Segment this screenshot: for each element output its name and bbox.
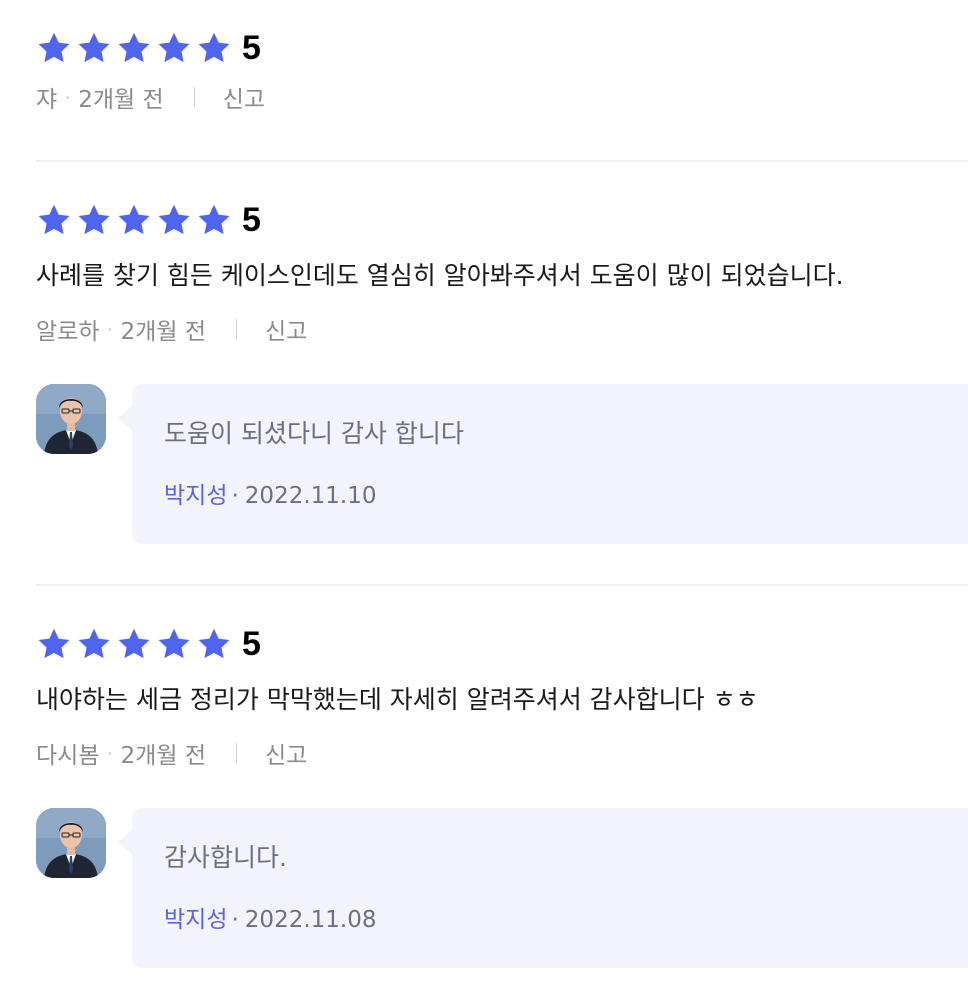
- star-icon: [116, 30, 152, 66]
- star-icon: [196, 626, 232, 662]
- meta-separator-dot: ·: [231, 907, 239, 933]
- star-icon: [156, 202, 192, 238]
- star-icon: [196, 30, 232, 66]
- reply-text: 감사합니다.: [164, 843, 287, 872]
- lawyer-avatar[interactable]: [36, 384, 106, 454]
- star-icon: [36, 30, 72, 66]
- meta-divider: [236, 319, 238, 339]
- review-text: 내야하는 세금 정리가 막막했는데 자세히 알려주셔서 감사합니다 ㅎㅎ: [36, 685, 759, 714]
- star-icon: [196, 202, 232, 238]
- star-rating: [36, 626, 232, 662]
- meta-separator-dot: ·: [231, 483, 239, 509]
- review-author: 알로하: [36, 319, 100, 345]
- reply-meta: 박지성 · 2022.11.08: [164, 904, 377, 936]
- star-icon: [76, 30, 112, 66]
- review-time: 2개월 전: [120, 319, 207, 345]
- star-icon: [76, 626, 112, 662]
- reply-author-link[interactable]: 박지성: [164, 907, 227, 933]
- meta-divider: [236, 743, 238, 763]
- star-icon: [36, 626, 72, 662]
- review-author: 다시봄: [36, 743, 100, 769]
- review-divider: [36, 584, 968, 586]
- star-rating: [36, 30, 232, 66]
- review-meta: 알로하 · 2개월 전 신고: [36, 312, 968, 346]
- star-icon: [116, 202, 152, 238]
- review-item: 5 사례를 찾기 힘든 케이스인데도 열심히 알아봐주셔서 도움이 많이 되었습…: [36, 200, 968, 346]
- meta-divider: [193, 87, 195, 107]
- star-rating: [36, 202, 232, 238]
- review-item: 5 내야하는 세금 정리가 막막했는데 자세히 알려주셔서 감사합니다 ㅎㅎ 다…: [36, 624, 968, 770]
- star-icon: [76, 202, 112, 238]
- reply-bubble: 도움이 되셨다니 감사 합니다 박지성 · 2022.11.10: [118, 384, 968, 544]
- person-icon: [36, 384, 106, 454]
- review-meta: 다시봄 · 2개월 전 신고: [36, 736, 968, 770]
- lawyer-reply: 도움이 되셨다니 감사 합니다 박지성 · 2022.11.10: [36, 384, 968, 544]
- review-text: 사례를 찾기 힘든 케이스인데도 열심히 알아봐주셔서 도움이 많이 되었습니다…: [36, 261, 844, 290]
- reply-text: 도움이 되셨다니 감사 합니다: [164, 419, 464, 448]
- rating-score: 5: [242, 201, 261, 239]
- lawyer-reply: 감사합니다. 박지성 · 2022.11.08: [36, 808, 968, 968]
- review-author: 쟈: [36, 87, 58, 113]
- review-meta: 쟈 · 2개월 전 신고: [36, 80, 968, 114]
- review-time: 2개월 전: [120, 743, 207, 769]
- rating-row: 5: [36, 624, 968, 664]
- star-icon: [156, 30, 192, 66]
- meta-separator-dot: ·: [107, 743, 113, 763]
- report-button[interactable]: 신고: [223, 80, 265, 114]
- rating-row: 5: [36, 200, 968, 240]
- report-button[interactable]: 신고: [265, 736, 307, 770]
- reply-author-link[interactable]: 박지성: [164, 483, 227, 509]
- rating-score: 5: [242, 625, 261, 663]
- meta-separator-dot: ·: [65, 87, 71, 107]
- lawyer-avatar[interactable]: [36, 808, 106, 878]
- report-button[interactable]: 신고: [265, 312, 307, 346]
- review-time: 2개월 전: [78, 87, 164, 113]
- star-icon: [36, 202, 72, 238]
- meta-separator-dot: ·: [107, 319, 113, 339]
- reply-date: 2022.11.10: [244, 483, 377, 509]
- person-icon: [36, 808, 106, 878]
- reply-bubble: 감사합니다. 박지성 · 2022.11.08: [118, 808, 968, 968]
- review-divider: [36, 160, 968, 162]
- star-icon: [156, 626, 192, 662]
- reply-meta: 박지성 · 2022.11.10: [164, 480, 377, 512]
- star-icon: [116, 626, 152, 662]
- review-item: 5 쟈 · 2개월 전 신고: [36, 28, 968, 114]
- reply-date: 2022.11.08: [244, 907, 377, 933]
- rating-score: 5: [242, 29, 261, 67]
- rating-row: 5: [36, 28, 968, 68]
